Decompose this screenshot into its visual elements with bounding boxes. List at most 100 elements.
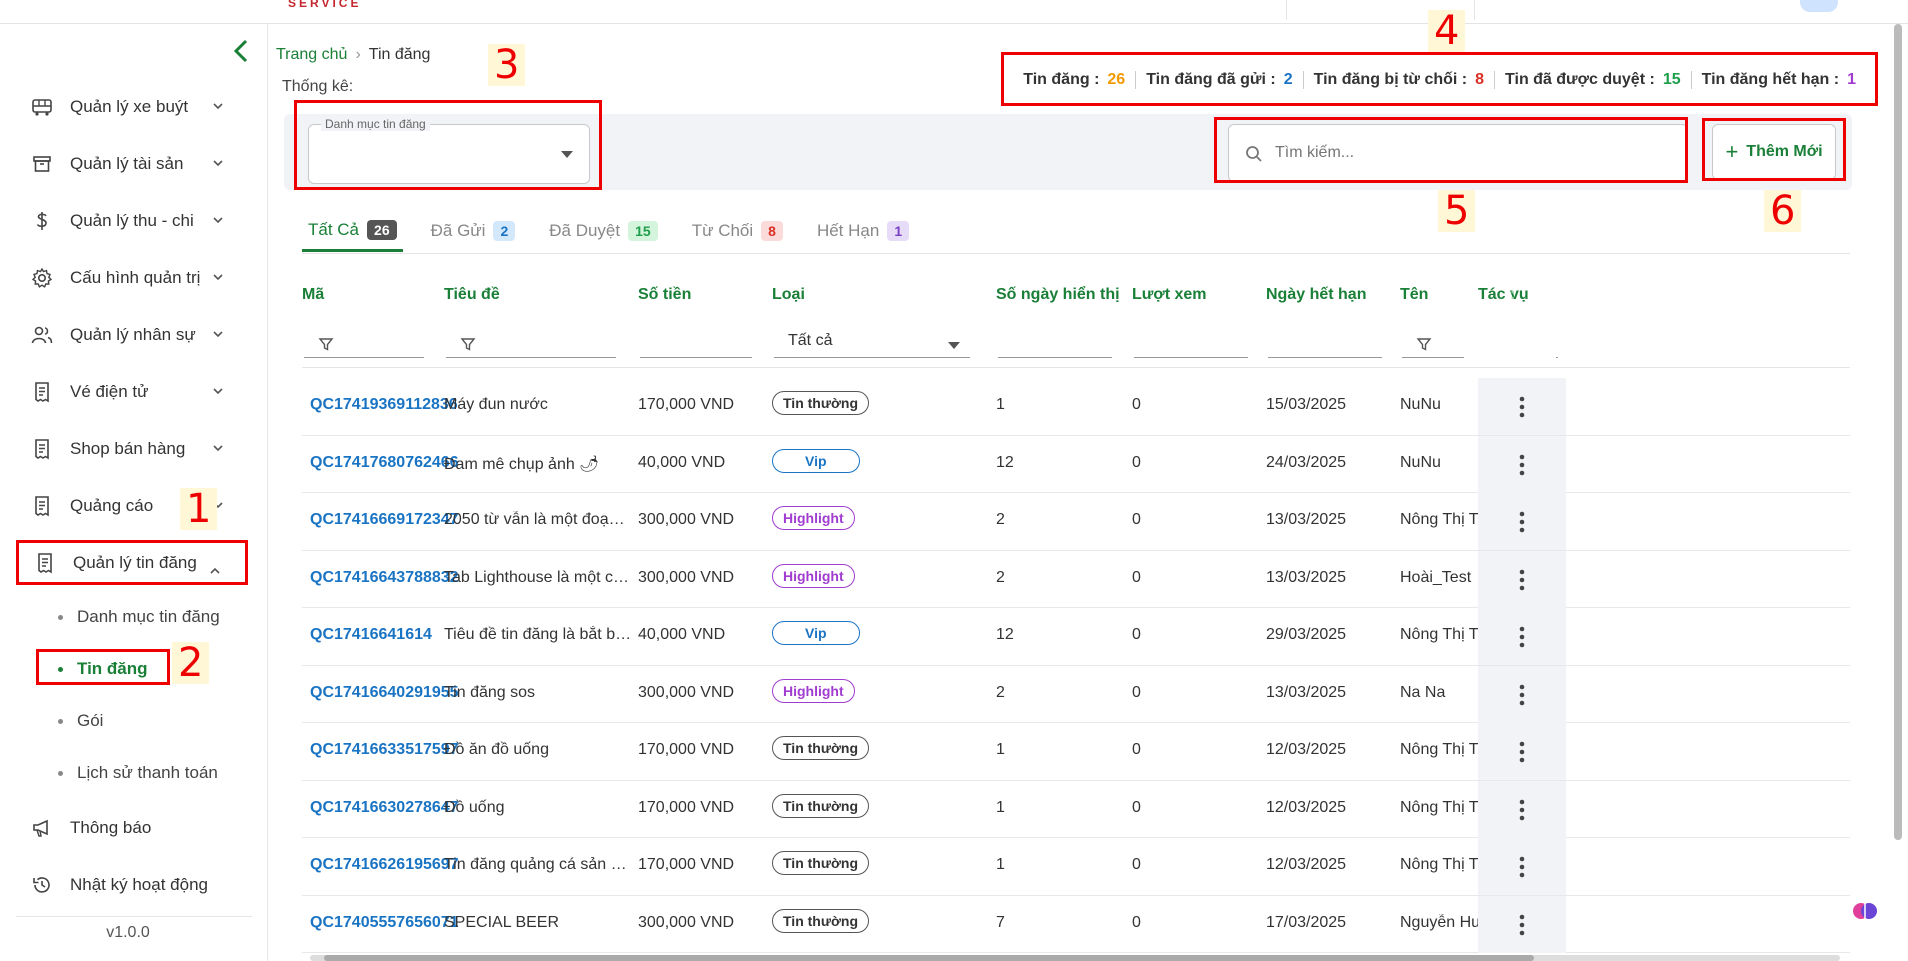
more-vertical-icon[interactable] — [1518, 511, 1526, 533]
more-vertical-icon[interactable] — [1518, 396, 1526, 418]
search-input[interactable] — [1275, 139, 1675, 167]
avatar[interactable] — [1800, 0, 1838, 12]
column-header[interactable]: Mã — [302, 286, 324, 304]
category-select[interactable]: Danh mục tin đăng — [308, 117, 590, 184]
more-vertical-icon[interactable] — [1518, 626, 1526, 648]
more-vertical-icon[interactable] — [1518, 799, 1526, 821]
column-header[interactable]: Tác vụ — [1478, 286, 1529, 304]
post-type-badge: Tin thường — [772, 391, 870, 415]
post-code-link[interactable]: QC17419369112836 — [310, 396, 458, 414]
chevron-down-icon — [213, 274, 223, 281]
column-header[interactable]: Số ngày hiển thị — [996, 286, 1120, 304]
sidebar-item[interactable]: Nhật ký hoạt động — [16, 856, 248, 913]
annotation-number: 2 — [172, 642, 210, 684]
sidebar-item[interactable]: Shop bán hàng — [16, 420, 248, 477]
more-vertical-icon[interactable] — [1518, 569, 1526, 591]
column-header[interactable]: Lượt xem — [1132, 286, 1207, 304]
sidebar-item[interactable]: Quản lý nhân sự — [16, 306, 248, 363]
tab[interactable]: Hết Hạn 1 — [811, 210, 915, 252]
more-vertical-icon[interactable] — [1518, 914, 1526, 936]
tab[interactable]: Đã Gửi 2 — [425, 210, 522, 252]
more-vertical-icon[interactable] — [1518, 454, 1526, 476]
table-row[interactable]: QC17419369112836 Máy đun nước 170,000 VN… — [302, 378, 1850, 436]
sidebar-item[interactable]: Quản lý tài sản — [16, 135, 248, 192]
add-new-button[interactable]: + Thêm Mới — [1712, 124, 1836, 180]
sidebar-subitem[interactable]: Tin đăng — [16, 643, 248, 695]
table-row[interactable]: QC17416643788832 Tab Lighthouse là một c… — [302, 550, 1850, 608]
table-row[interactable]: QC17416641614 Tiêu đề tin đăng là bắt bu… — [302, 608, 1850, 666]
post-code-link[interactable]: QC17416630278647 — [310, 799, 459, 817]
column-filter-input[interactable] — [304, 328, 424, 358]
post-code-link[interactable]: QC17416641614 — [310, 626, 432, 644]
bullet-dot — [58, 718, 63, 724]
more-vertical-icon[interactable] — [1518, 741, 1526, 763]
column-filter-input[interactable] — [1134, 328, 1248, 358]
tab-count-badge: 2 — [493, 221, 516, 241]
post-type-badge: Tin thường — [772, 908, 870, 933]
post-code-link[interactable]: QC17416633517597 — [310, 741, 459, 759]
post-code-link[interactable]: QC17417680762466 — [310, 454, 459, 472]
sidebar-item[interactable]: Vé điện tử — [16, 363, 248, 420]
sidebar-item[interactable]: Cấu hình quản trị — [16, 249, 248, 306]
sidebar-item[interactable]: Quản lý xe buýt — [16, 78, 248, 135]
column-filter-input[interactable] — [1402, 328, 1464, 358]
more-vertical-icon[interactable] — [1518, 684, 1526, 706]
post-type-cell: Tin thường — [772, 851, 870, 875]
column-filter-input[interactable] — [1556, 328, 1558, 358]
post-amount: 40,000 VND — [638, 453, 726, 471]
column-header[interactable]: Số tiền — [638, 286, 691, 304]
author-name: Nông Thị T — [1400, 798, 1479, 816]
sidebar-subitem-label: Lịch sử thanh toán — [77, 763, 218, 782]
assistant-brain-icon[interactable] — [1852, 898, 1878, 924]
post-code-link[interactable]: QC17405557656071 — [310, 914, 459, 932]
tab[interactable]: Từ Chối 8 — [686, 210, 789, 252]
table-row[interactable]: QC17417680762466 Đam mê chụp ảnh 🌶 40,00… — [302, 435, 1850, 493]
column-header[interactable]: Ngày hết hạn — [1266, 286, 1366, 304]
table-row[interactable]: QC17405557656071 SPECIAL BEER 300,000 VN… — [302, 895, 1850, 953]
post-code-link[interactable]: QC17416643788832 — [310, 569, 459, 587]
column-filter-input[interactable]: Tất cả — [774, 328, 970, 358]
sidebar-item[interactable]: Quản lý thu - chi — [16, 192, 248, 249]
bullet-dot — [58, 770, 63, 776]
more-vertical-icon[interactable] — [1518, 856, 1526, 878]
table-row[interactable]: QC17416630278647 Đồ uống 170,000 VND Tin… — [302, 780, 1850, 838]
sidebar: Quản lý xe buýt Quản lý tài sản Quản lý … — [0, 24, 268, 961]
post-code-link[interactable]: QC17416626195697 — [310, 856, 459, 874]
row-actions — [1478, 838, 1566, 895]
search-box[interactable] — [1228, 124, 1688, 182]
sidebar-item[interactable]: Quản lý tin đăng — [16, 540, 248, 585]
tab[interactable]: Đã Duyệt 15 — [543, 210, 663, 252]
megaphone-icon — [30, 816, 54, 840]
author-name: Nông Thị T — [1400, 741, 1479, 758]
view-count: 0 — [1132, 511, 1141, 528]
post-type-cell: Tin thường — [772, 391, 870, 415]
column-header[interactable]: Loại — [772, 286, 805, 304]
table-row[interactable]: QC17416633517597 Đồ ăn đồ uống 170,000 V… — [302, 723, 1850, 781]
column-header[interactable]: Tên — [1400, 286, 1428, 304]
author-name: Nông Thị T — [1400, 511, 1479, 528]
sidebar-subitem[interactable]: Gói — [16, 695, 248, 747]
collapse-sidebar-button[interactable] — [226, 38, 256, 68]
table-row[interactable]: QC17416640291955 Tin đăng sos 300,000 VN… — [302, 665, 1850, 723]
vertical-scrollbar[interactable] — [1894, 24, 1902, 840]
column-filter-input[interactable] — [446, 328, 616, 358]
post-code-link[interactable]: QC17416640291955 — [310, 684, 459, 702]
column-header[interactable]: Tiêu đề — [444, 286, 500, 304]
sidebar-item[interactable]: Thông báo — [16, 799, 248, 856]
sidebar-subitem[interactable]: Danh mục tin đăng — [16, 591, 248, 643]
horizontal-scrollbar[interactable] — [310, 955, 1840, 961]
post-title: Máy đun nước — [444, 396, 548, 413]
column-filter-input[interactable] — [1268, 328, 1382, 358]
column-filter-input[interactable] — [640, 328, 752, 358]
breadcrumb-home[interactable]: Trang chủ — [276, 46, 347, 63]
post-title: Đam mê chụp ảnh 🌶 — [444, 455, 600, 473]
sidebar-subitem[interactable]: Lịch sử thanh toán — [16, 747, 248, 799]
post-code-link[interactable]: QC17416669172347 — [310, 511, 459, 529]
post-title: Tin đăng sos — [444, 683, 536, 701]
scrollbar-thumb[interactable] — [324, 955, 1534, 961]
tab[interactable]: Tất Cả 26 — [302, 210, 403, 252]
column-filter-input[interactable] — [998, 328, 1112, 358]
expire-date: 12/03/2025 — [1266, 856, 1347, 873]
table-row[interactable]: QC17416669172347 2050 từ vẫn là một đoạn… — [302, 493, 1850, 551]
table-row[interactable]: QC17416626195697 Tin đăng quảng cá sản p… — [302, 838, 1850, 896]
